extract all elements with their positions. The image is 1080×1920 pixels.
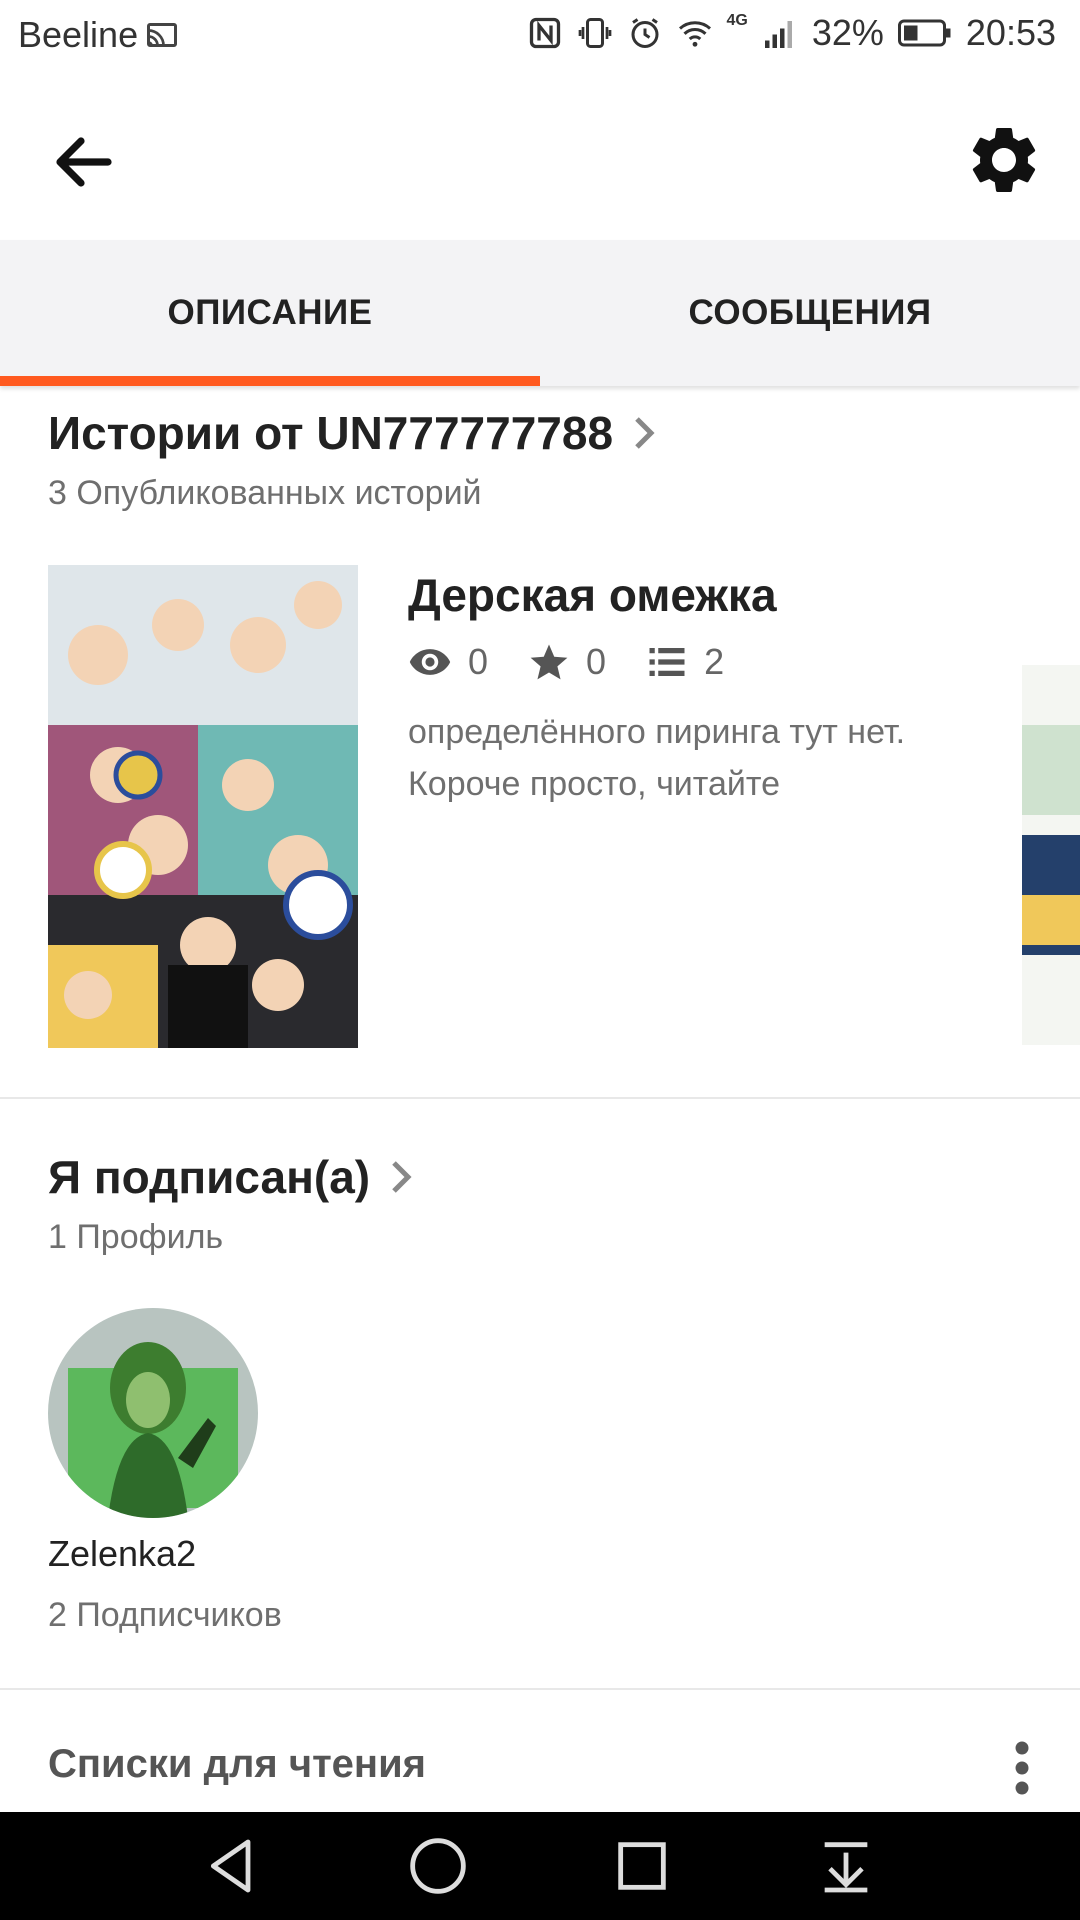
nav-notifications-pulldown-icon[interactable] bbox=[814, 1834, 878, 1898]
tab-description[interactable]: ОПИСАНИЕ bbox=[0, 240, 540, 386]
story-stats: 0 0 2 bbox=[408, 640, 764, 684]
next-story-cover-peek[interactable] bbox=[1022, 665, 1080, 1045]
nfc-icon bbox=[529, 17, 560, 49]
nav-home-icon[interactable] bbox=[406, 1834, 470, 1898]
profile-name[interactable]: Zelenka2 bbox=[48, 1533, 196, 1575]
star-icon bbox=[530, 644, 568, 680]
wifi-icon bbox=[678, 21, 711, 47]
story-description: определённого пиринга тут нет. Короче пр… bbox=[408, 713, 906, 803]
vibrate-icon bbox=[578, 18, 611, 48]
story-title[interactable]: Дерская омежка bbox=[408, 568, 777, 622]
chevron-right-icon bbox=[392, 1161, 412, 1193]
stat-views: 0 bbox=[408, 640, 488, 684]
views-count: 0 bbox=[468, 641, 489, 682]
nav-recents-icon[interactable] bbox=[610, 1834, 674, 1898]
cast-icon bbox=[147, 23, 178, 47]
stat-parts: 2 bbox=[646, 641, 724, 683]
list-icon bbox=[649, 648, 685, 676]
tab-messages[interactable]: СООБЩЕНИЯ bbox=[540, 240, 1080, 386]
stat-votes: 0 bbox=[528, 641, 606, 683]
arrow-left-icon[interactable] bbox=[48, 126, 120, 198]
following-count: 1 Профиль bbox=[48, 1218, 224, 1256]
status-bar: Beeline 4G 32% 20:53 bbox=[0, 0, 1080, 72]
system-navigation-bar bbox=[0, 1812, 1080, 1920]
battery-percent: 32% bbox=[811, 12, 884, 53]
profile-followers: 2 Подписчиков bbox=[48, 1596, 282, 1634]
votes-count: 0 bbox=[586, 641, 607, 682]
parts-count: 2 bbox=[704, 641, 725, 682]
network-type: 4G bbox=[726, 12, 748, 29]
stories-title: Истории от UN777777788 bbox=[48, 407, 614, 459]
status-icons: 4G 32% 20:53 bbox=[527, 12, 1056, 54]
stories-header[interactable]: Истории от UN777777788 bbox=[48, 406, 657, 460]
story-cover-image[interactable] bbox=[48, 565, 358, 1048]
reading-lists-title[interactable]: Списки для чтения bbox=[48, 1742, 426, 1787]
chevron-right-icon bbox=[635, 417, 655, 449]
gear-icon[interactable] bbox=[964, 120, 1044, 200]
signal-icon bbox=[764, 21, 792, 48]
following-title: Я подписан(а) bbox=[48, 1151, 371, 1203]
carrier-name: Beeline bbox=[18, 14, 139, 55]
clock: 20:53 bbox=[965, 12, 1056, 53]
section-divider bbox=[0, 1688, 1080, 1690]
app-bar bbox=[0, 72, 1080, 240]
battery-icon bbox=[897, 19, 951, 47]
tab-bar: ОПИСАНИЕ СООБЩЕНИЯ bbox=[0, 240, 1080, 386]
section-divider bbox=[0, 1097, 1080, 1099]
eye-icon bbox=[409, 649, 451, 675]
avatar[interactable] bbox=[48, 1308, 258, 1518]
following-header[interactable]: Я подписан(а) bbox=[48, 1150, 414, 1204]
carrier: Beeline bbox=[18, 14, 180, 56]
more-vertical-icon[interactable] bbox=[1004, 1738, 1040, 1798]
nav-back-icon[interactable] bbox=[200, 1834, 264, 1898]
stories-count: 3 Опубликованных историй bbox=[48, 474, 482, 512]
alarm-icon bbox=[631, 18, 658, 48]
